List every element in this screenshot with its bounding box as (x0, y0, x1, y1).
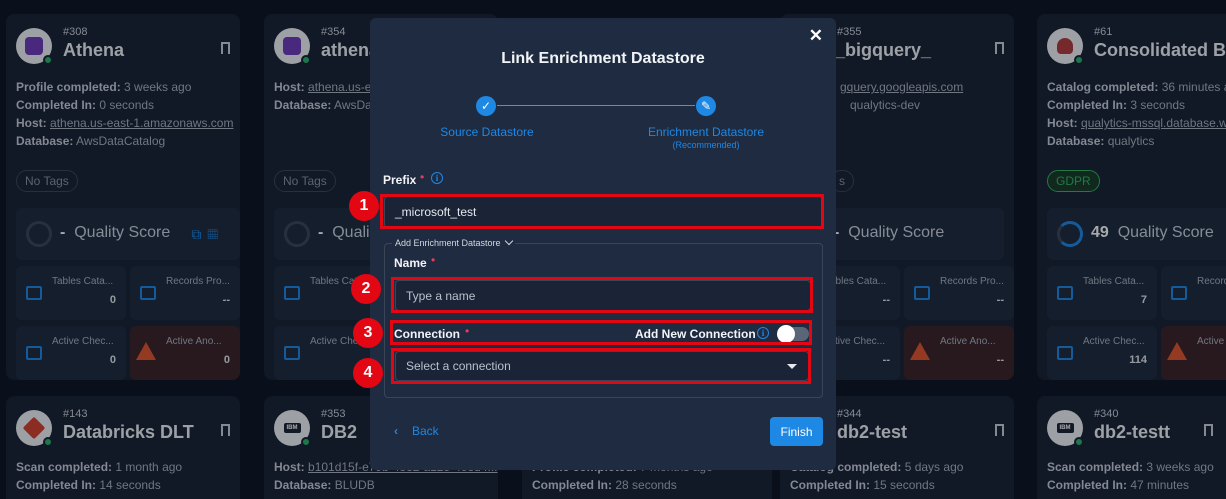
info-icon[interactable]: i (431, 172, 443, 184)
stepper-line (497, 105, 695, 106)
highlight-box-4 (391, 348, 811, 384)
close-icon[interactable]: ✕ (809, 27, 823, 44)
step-source-check-icon: ✓ (476, 96, 496, 116)
required-marker: • (420, 170, 425, 184)
add-enrichment-section-title[interactable]: Add Enrichment Datastore (392, 236, 516, 248)
required-marker: • (431, 253, 436, 267)
step-enrichment-pencil-icon: ✎ (696, 96, 716, 116)
highlight-box-1 (380, 194, 824, 229)
modal-title: Link Enrichment Datastore (501, 50, 705, 67)
step-enrichment-sublabel: (Recommended) (672, 140, 740, 150)
chevron-left-icon: ‹ (394, 424, 398, 438)
name-label: Name (394, 256, 427, 270)
step-badge-1: 1 (349, 191, 379, 221)
finish-button[interactable]: Finish (770, 417, 823, 446)
step-source-label: Source Datastore (440, 125, 534, 139)
prefix-label: Prefix (383, 173, 417, 187)
chevron-down-icon (504, 236, 514, 246)
back-button[interactable]: ‹ Back (394, 424, 439, 438)
highlight-box-2 (391, 277, 813, 313)
step-badge-3: 3 (353, 318, 383, 348)
step-badge-4: 4 (353, 358, 383, 388)
step-enrichment-label: Enrichment Datastore (647, 125, 765, 139)
highlight-box-3 (390, 320, 812, 345)
step-badge-2: 2 (351, 274, 381, 304)
